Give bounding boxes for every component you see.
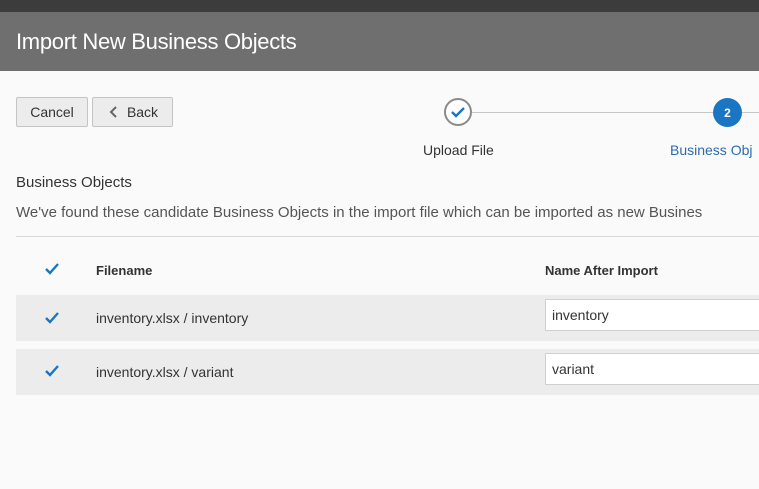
row-checkbox[interactable] bbox=[44, 311, 60, 325]
name-after-import-input[interactable] bbox=[545, 353, 759, 385]
step-upload-file-label: Upload File bbox=[423, 142, 494, 158]
table-row: inventory.xlsx / variant bbox=[16, 349, 759, 395]
step-upload-file-indicator bbox=[444, 98, 472, 126]
cancel-button[interactable]: Cancel bbox=[16, 97, 88, 127]
section-title: Business Objects bbox=[16, 174, 132, 191]
checkmark-icon bbox=[45, 263, 59, 275]
chevron-left-icon bbox=[107, 105, 121, 119]
checkmark-icon bbox=[45, 365, 59, 377]
column-header-name-after-import: Name After Import bbox=[545, 263, 658, 278]
step-business-objects-indicator: 2 bbox=[713, 98, 742, 127]
checkmark-icon bbox=[45, 312, 59, 324]
column-header-filename: Filename bbox=[96, 263, 153, 278]
table-row: inventory.xlsx / inventory bbox=[16, 295, 759, 341]
divider bbox=[16, 236, 759, 237]
window-top-strip bbox=[0, 0, 759, 12]
name-after-import-input[interactable] bbox=[545, 299, 759, 331]
step-connector bbox=[472, 112, 713, 113]
row-filename: inventory.xlsx / inventory bbox=[96, 310, 249, 326]
step-business-objects-label: Business Obj bbox=[670, 142, 753, 158]
dialog-header: Import New Business Objects bbox=[0, 12, 759, 71]
back-button[interactable]: Back bbox=[92, 97, 173, 127]
section-description: We've found these candidate Business Obj… bbox=[16, 204, 703, 221]
checkmark-icon bbox=[451, 107, 465, 118]
cancel-button-label: Cancel bbox=[30, 104, 74, 120]
back-button-label: Back bbox=[126, 104, 159, 120]
select-all-checkbox[interactable] bbox=[44, 262, 60, 276]
row-checkbox[interactable] bbox=[44, 364, 60, 378]
dialog-title: Import New Business Objects bbox=[16, 29, 297, 54]
row-filename: inventory.xlsx / variant bbox=[96, 364, 234, 380]
step-connector-next bbox=[742, 112, 759, 113]
